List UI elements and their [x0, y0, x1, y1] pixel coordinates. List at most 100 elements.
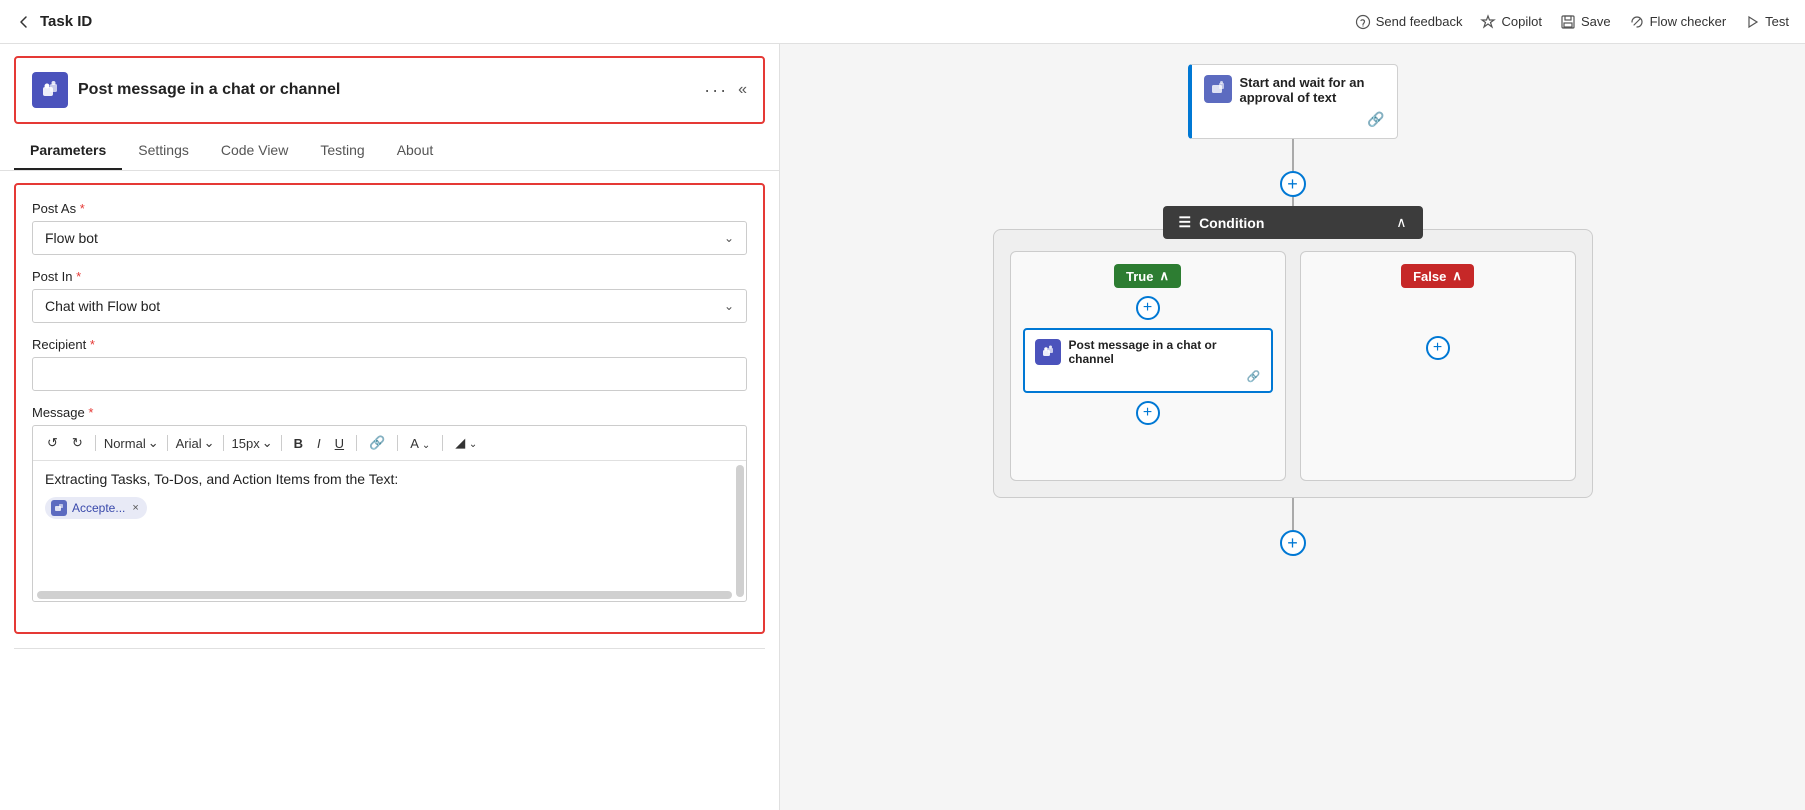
- teams-icon: [32, 72, 68, 108]
- message-editor: ↺ ↻ Normal ⌄ Arial ⌄: [32, 425, 747, 602]
- font-chevron-icon: ⌄: [204, 435, 215, 451]
- tabs-bar: Parameters Settings Code View Testing Ab…: [0, 132, 779, 171]
- toolbar-separator-2: [167, 435, 168, 451]
- after-condition-line: [1292, 498, 1294, 530]
- editor-body[interactable]: Extracting Tasks, To-Dos, and Action Ite…: [33, 461, 746, 601]
- post-in-field: Post In * Chat with Flow bot ⌄: [32, 269, 747, 323]
- bottom-divider: [14, 648, 765, 649]
- false-branch: False ∧ +: [1300, 251, 1576, 481]
- condition-icon: ☰: [1179, 214, 1192, 231]
- true-label: True: [1126, 269, 1153, 284]
- false-badge[interactable]: False ∧: [1401, 264, 1474, 288]
- test-button[interactable]: Test: [1744, 14, 1789, 30]
- undo-button[interactable]: ↺: [43, 433, 62, 453]
- save-button[interactable]: Save: [1560, 14, 1611, 30]
- tag-icon: [51, 500, 67, 516]
- toolbar-separator-7: [442, 435, 443, 451]
- underline-button[interactable]: U: [331, 434, 348, 453]
- tab-codeview[interactable]: Code View: [205, 132, 304, 170]
- true-badge[interactable]: True ∧: [1114, 264, 1181, 288]
- more-options-button[interactable]: ···: [704, 80, 728, 101]
- parameters-form: Post As * Flow bot ⌄ Post In * Chat with…: [14, 183, 765, 634]
- copilot-button[interactable]: Copilot: [1480, 14, 1541, 30]
- post-as-select[interactable]: Flow bot ⌄: [32, 221, 747, 255]
- topbar-left: Task ID: [16, 13, 92, 30]
- font-color-button[interactable]: A ⌄: [406, 434, 434, 453]
- condition-title-inner: ☰ Condition: [1179, 214, 1265, 231]
- send-feedback-button[interactable]: Send feedback: [1355, 14, 1463, 30]
- collapse-button[interactable]: «: [738, 81, 747, 99]
- post-card-link-icon: 🔗: [1035, 370, 1261, 383]
- post-card-row: Post message in a chat or channel: [1035, 338, 1261, 366]
- true-bottom-add-button[interactable]: +: [1136, 401, 1160, 425]
- condition-collapse-icon[interactable]: ∧: [1396, 214, 1406, 231]
- redo-button[interactable]: ↻: [68, 433, 87, 453]
- size-chevron-icon: ⌄: [262, 435, 273, 451]
- recipient-field: Recipient *: [32, 337, 747, 391]
- tab-testing[interactable]: Testing: [304, 132, 380, 170]
- horizontal-scrollbar[interactable]: [37, 591, 732, 599]
- true-chevron-icon: ∧: [1159, 268, 1169, 284]
- false-label: False: [1413, 269, 1446, 284]
- false-add-button[interactable]: +: [1426, 336, 1450, 360]
- post-in-label: Post In *: [32, 269, 747, 284]
- link-button[interactable]: 🔗: [365, 433, 389, 453]
- flow-checker-button[interactable]: Flow checker: [1629, 14, 1727, 30]
- post-as-label: Post As *: [32, 201, 747, 216]
- save-icon: [1560, 14, 1576, 30]
- back-icon: [16, 14, 32, 30]
- vertical-scrollbar[interactable]: [736, 465, 744, 597]
- topbar-right: Send feedback Copilot Save Flow checker: [1355, 14, 1789, 30]
- size-dropdown[interactable]: 15px ⌄: [232, 435, 273, 451]
- toolbar-separator-5: [356, 435, 357, 451]
- toolbar-separator-1: [95, 435, 96, 451]
- add-step-button-1[interactable]: +: [1280, 171, 1306, 197]
- action-header-left: Post message in a chat or channel: [32, 72, 340, 108]
- main-layout: Post message in a chat or channel ··· « …: [0, 44, 1805, 810]
- back-button[interactable]: [16, 14, 32, 30]
- false-add-only: +: [1313, 288, 1563, 368]
- action-header-right: ··· «: [704, 80, 747, 101]
- highlight-button[interactable]: ◢ ⌄: [451, 433, 481, 453]
- message-field: Message * ↺ ↻ Normal ⌄ Arial: [32, 405, 747, 602]
- copilot-icon: [1480, 14, 1496, 30]
- approval-card: Start and wait for an approval of text 🔗: [1188, 64, 1398, 139]
- branches-row: True ∧ +: [1010, 251, 1576, 481]
- post-as-value: Flow bot: [45, 230, 98, 246]
- test-icon: [1744, 14, 1760, 30]
- accepted-tag: Accepte... ×: [45, 497, 147, 519]
- condition-block: ☰ Condition ∧ True ∧: [993, 229, 1593, 498]
- toolbar-separator-3: [223, 435, 224, 451]
- editor-tag-container: Accepte... ×: [45, 497, 734, 519]
- font-label: Arial: [176, 436, 202, 451]
- format-dropdown[interactable]: Normal ⌄: [104, 435, 159, 451]
- approval-link-icon: 🔗: [1204, 111, 1385, 128]
- post-in-select[interactable]: Chat with Flow bot ⌄: [32, 289, 747, 323]
- italic-button[interactable]: I: [313, 434, 325, 453]
- recipient-input[interactable]: [32, 357, 747, 391]
- toolbar-separator-4: [281, 435, 282, 451]
- toolbar-separator-6: [397, 435, 398, 451]
- true-add-button[interactable]: +: [1136, 296, 1160, 320]
- tag-remove-button[interactable]: ×: [132, 502, 138, 514]
- tab-parameters[interactable]: Parameters: [14, 132, 122, 170]
- chevron-down-icon: ⌄: [724, 231, 734, 245]
- approval-icon: [1204, 75, 1232, 103]
- connector-line-1: [1292, 139, 1294, 171]
- font-dropdown[interactable]: Arial ⌄: [176, 435, 215, 451]
- format-chevron-icon: ⌄: [148, 435, 159, 451]
- bold-button[interactable]: B: [290, 434, 307, 453]
- false-badge-container: False ∧: [1313, 264, 1563, 288]
- editor-toolbar: ↺ ↻ Normal ⌄ Arial ⌄: [33, 426, 746, 461]
- tab-about[interactable]: About: [381, 132, 450, 170]
- false-chevron-icon: ∧: [1452, 268, 1462, 284]
- post-card-title: Post message in a chat or channel: [1069, 338, 1261, 366]
- tab-settings[interactable]: Settings: [122, 132, 205, 170]
- after-condition-add-button[interactable]: +: [1280, 530, 1306, 556]
- post-as-field: Post As * Flow bot ⌄: [32, 201, 747, 255]
- flow-checker-label: Flow checker: [1650, 14, 1727, 29]
- topbar: Task ID Send feedback Copilot Save: [0, 0, 1805, 44]
- recipient-label: Recipient *: [32, 337, 747, 352]
- post-card-teams-icon: [1035, 339, 1061, 365]
- save-label: Save: [1581, 14, 1611, 29]
